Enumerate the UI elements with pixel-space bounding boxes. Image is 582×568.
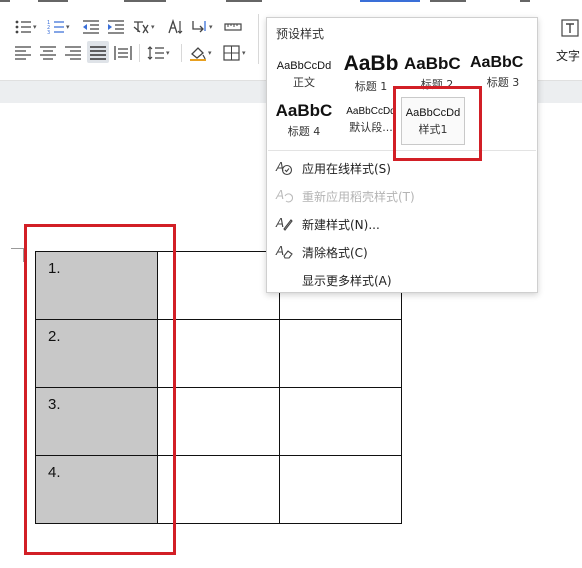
highlight-box-numbered-column [24,224,176,555]
line-spacing-icon[interactable] [147,45,165,61]
menu-label: 清除格式(C) [302,246,368,260]
text-tool-label[interactable]: 文字 [556,47,580,64]
style-label: 正文 [293,76,315,89]
style-preview: AaBb [343,52,399,75]
style-preview: AaBbCcDd [276,60,332,72]
reapply-style-icon: A [275,186,293,204]
text-tool-icon[interactable] [560,18,580,38]
toolbar-separator [181,44,182,62]
numbered-list-icon[interactable]: 123 [47,19,65,35]
style-preview: AaBbC [470,54,524,71]
distributed-align-icon[interactable] [114,45,132,61]
chinese-layout-dropdown-icon[interactable]: ▾ [151,24,155,31]
menu-label: 显示更多样式(A) [302,274,392,288]
align-center-icon[interactable] [39,45,57,61]
online-style-icon: A [275,158,293,176]
page-corner-mark [11,248,25,249]
panel-title: 预设样式 [276,27,325,41]
justify-icon[interactable] [89,45,107,61]
borders-icon[interactable] [223,45,241,61]
shading-color-dropdown-icon[interactable]: ▾ [208,50,212,57]
style-label: 标题 4 [287,125,321,138]
svg-text:3: 3 [47,30,50,35]
paragraph-mark-icon[interactable] [190,19,208,35]
align-right-icon[interactable] [64,45,82,61]
table-cell[interactable] [279,387,402,456]
style-tile-normal[interactable]: AaBbCcDd 正文 [271,54,337,98]
clear-format-icon: A [275,242,293,260]
menu-new-style[interactable]: A 新建样式(N)... [267,210,537,236]
svg-text:A: A [275,244,284,258]
new-style-icon: A [275,214,293,232]
borders-dropdown-icon[interactable]: ▾ [242,50,246,57]
svg-text:A: A [275,188,284,202]
menu-label: 应用在线样式(S) [302,162,391,176]
ruler-icon[interactable] [224,19,242,35]
svg-text:A: A [275,216,284,230]
chinese-layout-icon[interactable] [132,19,150,35]
bullet-list-dropdown-icon[interactable]: ▾ [33,24,37,31]
table-cell[interactable] [279,319,402,388]
ribbon-tabs-edge [0,0,582,4]
menu-label: 新建样式(N)... [302,218,380,232]
table-cell[interactable] [279,455,402,524]
menu-label: 重新应用稻壳样式(T) [302,190,415,204]
paragraph-mark-dropdown-icon[interactable]: ▾ [209,24,213,31]
text-direction-icon[interactable] [166,19,184,35]
decrease-indent-icon[interactable] [82,19,100,35]
shading-color-icon[interactable] [189,45,207,61]
style-preview: AaBbC [275,101,333,120]
toolbar-separator [258,14,259,64]
toolbar-separator [139,44,140,62]
style-tile-heading-4[interactable]: AaBbC 标题 4 [271,101,337,145]
numbered-list-dropdown-icon[interactable]: ▾ [66,24,70,31]
increase-indent-icon[interactable] [107,19,125,35]
menu-clear-format[interactable]: A 清除格式(C) [267,238,537,264]
highlight-box-style-1 [393,86,482,161]
menu-reapply-docer-style: A 重新应用稻壳样式(T) [267,182,537,208]
align-left-icon[interactable] [14,45,32,61]
bullet-list-icon[interactable] [14,19,32,35]
line-spacing-dropdown-icon[interactable]: ▾ [166,50,170,57]
menu-show-more-styles[interactable]: 显示更多样式(A) [267,266,537,292]
style-preview: AaBbC [404,54,461,73]
